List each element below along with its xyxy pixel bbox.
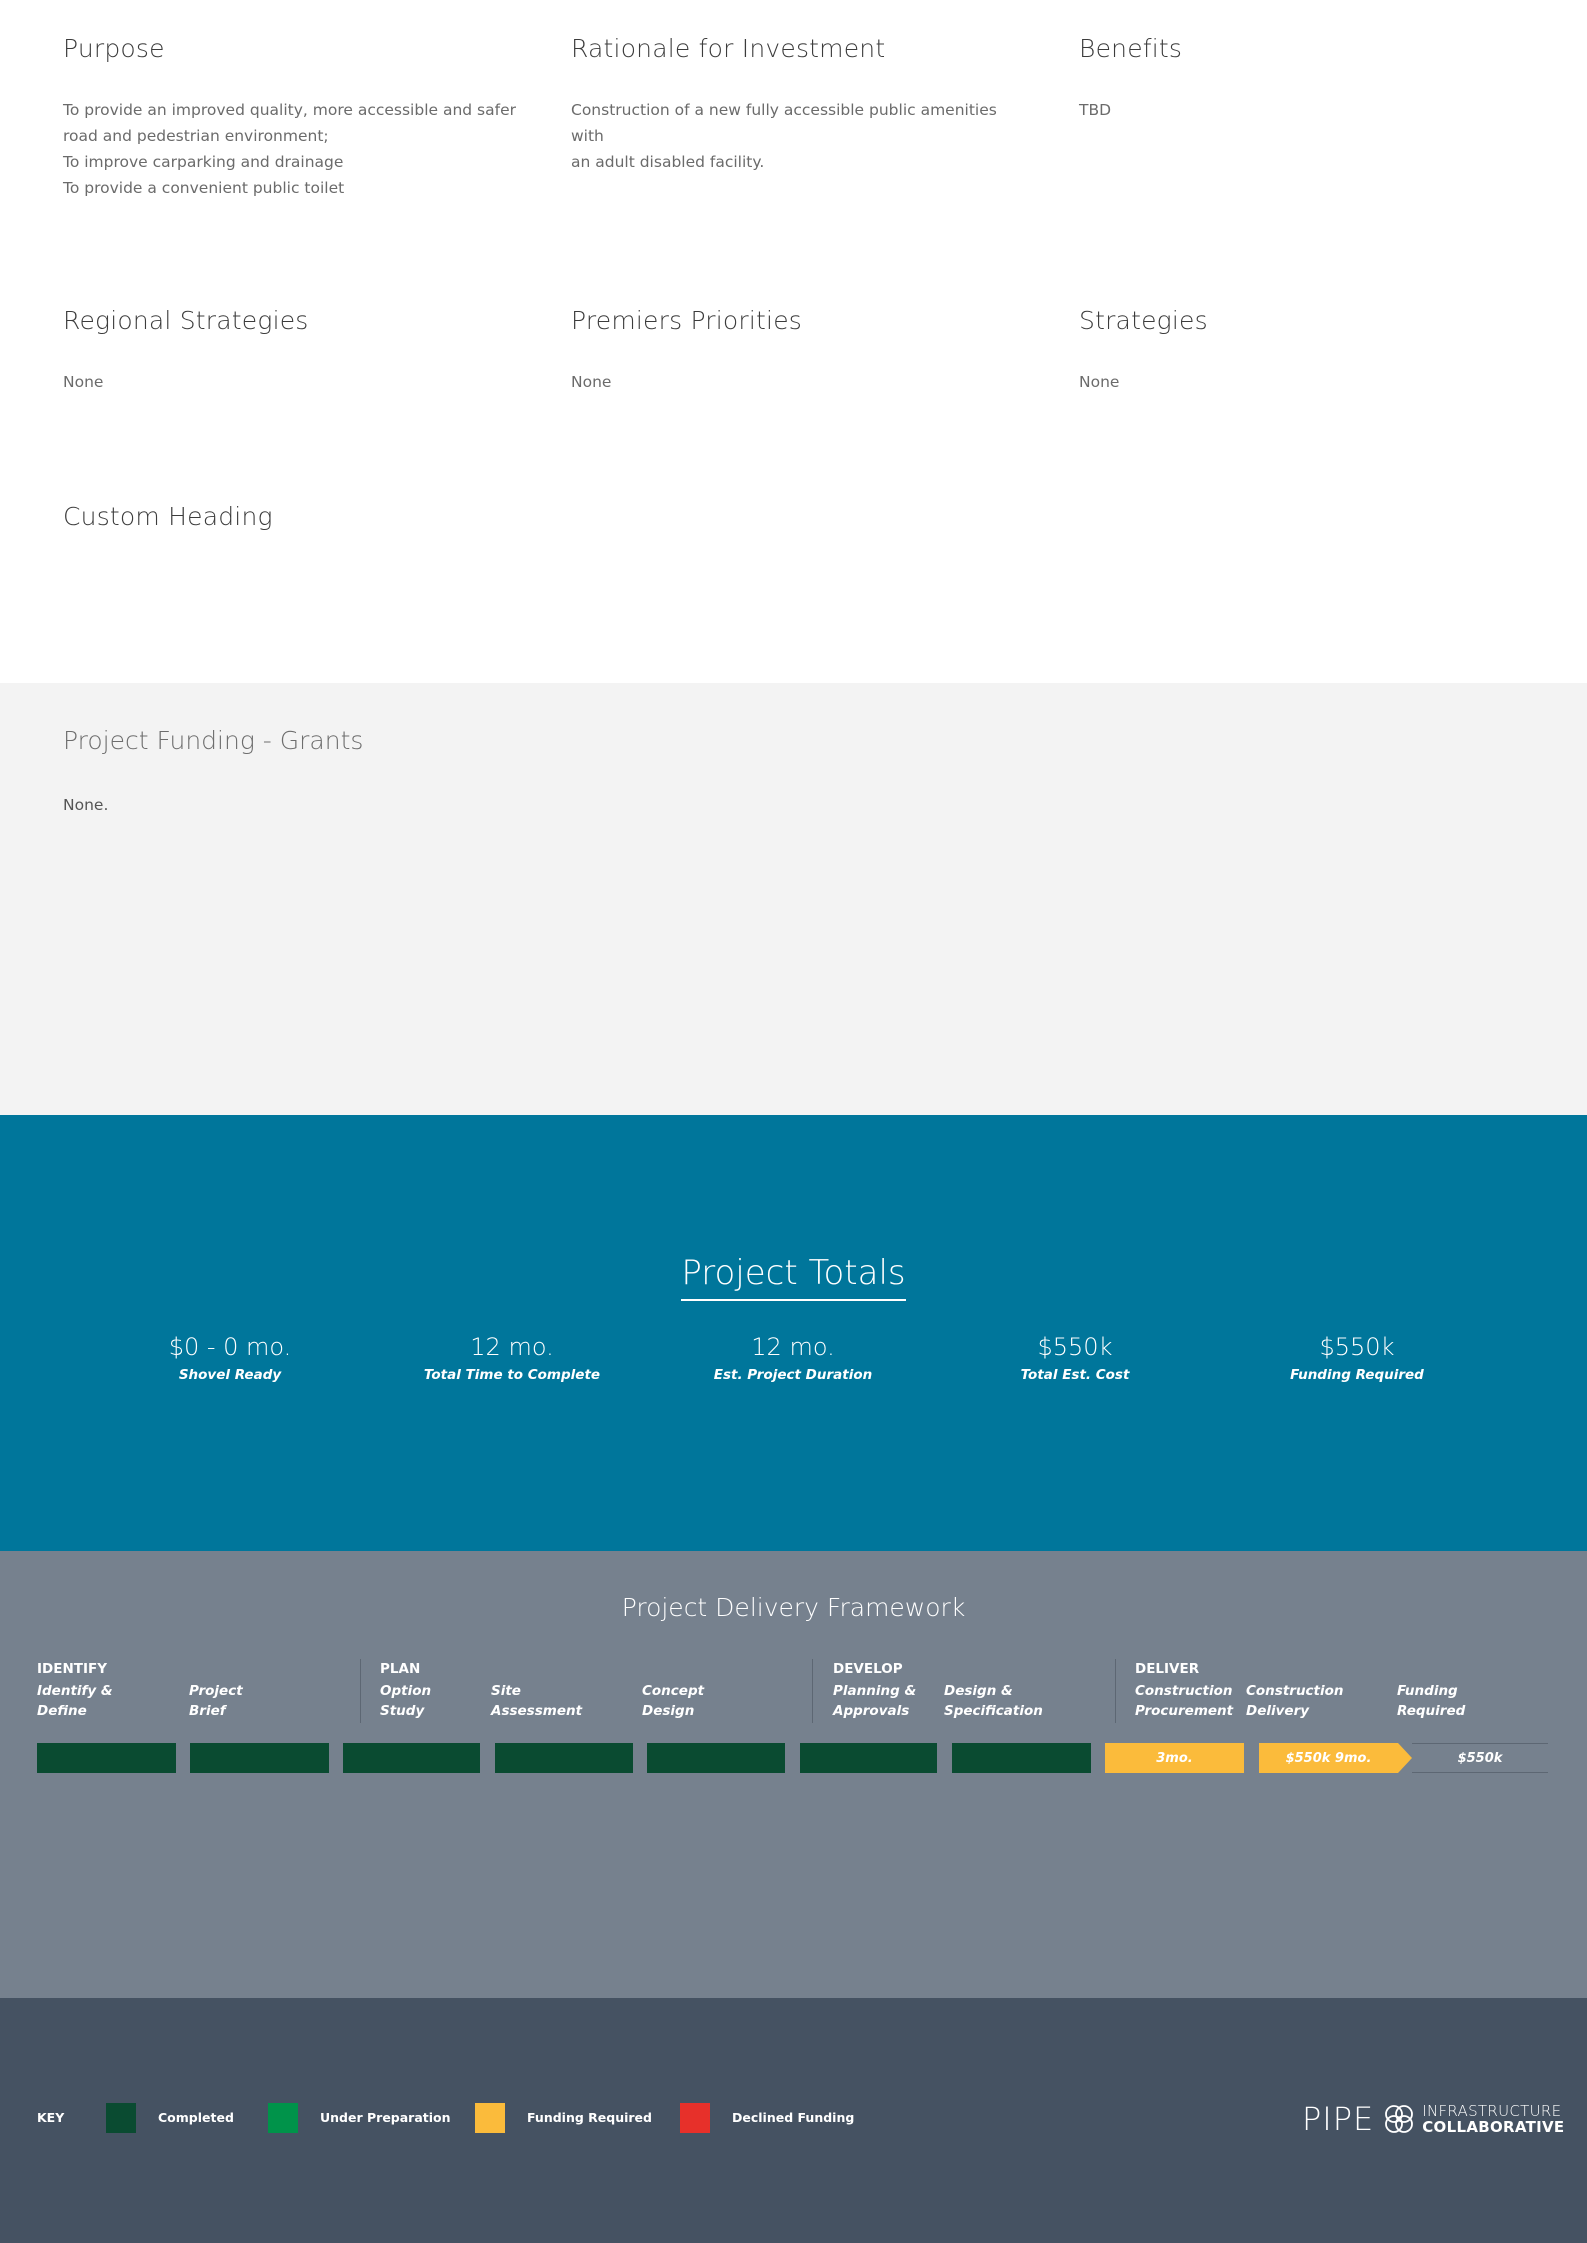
rationale-heading: Rationale for Investment — [571, 34, 886, 63]
rationale-block: Rationale for Investment Construction of… — [571, 34, 1031, 175]
phase-divider — [1115, 1659, 1116, 1723]
step-site-assessment: Site Assessment — [491, 1683, 583, 1719]
status-bar-completed — [343, 1743, 480, 1773]
key-swatch-under-preparation — [268, 2103, 298, 2133]
stat-label: Est. Project Duration — [713, 1367, 873, 1383]
stat-est-duration: 12 mo. Est. Project Duration — [652, 1333, 934, 1383]
collaborative-knot-icon — [1385, 2105, 1414, 2133]
logo-pipe-text: PIPE — [1302, 2100, 1375, 2138]
status-bar-completed — [647, 1743, 785, 1773]
stat-label: Total Est. Cost — [1020, 1367, 1130, 1383]
stat-label: Shovel Ready — [178, 1367, 282, 1383]
key-swatch-funding-required — [475, 2103, 505, 2133]
purpose-block: Purpose To provide an improved quality, … — [63, 34, 523, 201]
benefits-text: TBD — [1079, 101, 1112, 119]
status-bar-completed — [495, 1743, 633, 1773]
regional-strategies-block: Regional Strategies None — [63, 306, 523, 395]
phase-plan: PLAN — [380, 1661, 421, 1677]
custom-heading: Custom Heading — [63, 502, 273, 531]
stat-shovel-ready: $0 - 0 mo. Shovel Ready — [89, 1333, 371, 1383]
stat-value: $550k — [1037, 1333, 1113, 1361]
grants-text: None. — [63, 796, 109, 814]
key-swatch-declined-funding — [680, 2103, 710, 2133]
rationale-text: Construction of a new fully accessible p… — [571, 97, 1031, 175]
premiers-priorities-text: None — [571, 373, 612, 391]
strategies-block: Strategies None — [1079, 306, 1539, 395]
rationale-line: Construction of a new fully accessible p… — [571, 101, 997, 145]
phase-divider — [360, 1659, 361, 1723]
key-text-under-preparation: Under Preparation — [320, 2110, 451, 2125]
step-funding-required: Funding Required — [1397, 1683, 1466, 1719]
key-swatch-completed — [106, 2103, 136, 2133]
totals-heading: Project Totals — [681, 1253, 906, 1301]
status-bar-completed — [800, 1743, 937, 1773]
phase-identify: IDENTIFY — [37, 1661, 107, 1677]
key-text-completed: Completed — [158, 2110, 234, 2125]
purpose-line: To provide a convenient public toilet — [63, 179, 345, 197]
stat-funding-required: $550k Funding Required — [1216, 1333, 1498, 1383]
stat-label: Funding Required — [1290, 1367, 1424, 1383]
stat-total-time: 12 mo. Total Time to Complete — [371, 1333, 653, 1383]
custom-heading-block: Custom Heading — [63, 502, 523, 531]
status-bar-funding-required: 3mo. — [1105, 1743, 1244, 1773]
stat-value: 12 mo. — [470, 1333, 554, 1361]
rationale-line: an adult disabled facility. — [571, 153, 765, 171]
step-construction-delivery: Construction Delivery — [1246, 1683, 1344, 1719]
framework-heading: Project Delivery Framework — [621, 1593, 966, 1622]
phase-divider — [812, 1659, 813, 1723]
purpose-line: road and pedestrian environment; — [63, 127, 329, 145]
totals-heading-wrap: Project Totals — [0, 1253, 1587, 1301]
stat-value: 12 mo. — [751, 1333, 835, 1361]
strategies-text: None — [1079, 373, 1120, 391]
strategies-heading: Strategies — [1079, 306, 1208, 335]
status-bar-completed — [37, 1743, 176, 1773]
benefits-block: Benefits TBD — [1079, 34, 1539, 123]
step-design-specification: Design & Specification — [944, 1683, 1043, 1719]
status-bar-completed — [952, 1743, 1091, 1773]
key-text-declined-funding: Declined Funding — [732, 2110, 855, 2125]
status-bar-funding-total: $550k — [1412, 1743, 1548, 1773]
regional-strategies-text: None — [63, 373, 104, 391]
step-identify-define: Identify & Define — [37, 1683, 113, 1719]
logo-words: INFRASTRUCTURE COLLABORATIVE — [1422, 2103, 1564, 2135]
stat-value: $550k — [1319, 1333, 1395, 1361]
key-text-funding-required: Funding Required — [527, 2110, 652, 2125]
premiers-priorities-block: Premiers Priorities None — [571, 306, 1031, 395]
stat-total-cost: $550k Total Est. Cost — [934, 1333, 1216, 1383]
logo-line2: COLLABORATIVE — [1422, 2118, 1565, 2136]
status-arrow — [1398, 1743, 1412, 1773]
step-concept-design: Concept Design — [642, 1683, 705, 1719]
stat-label: Total Time to Complete — [423, 1367, 601, 1383]
purpose-text: To provide an improved quality, more acc… — [63, 97, 523, 201]
status-bar-completed — [190, 1743, 329, 1773]
purpose-line: To improve carparking and drainage — [63, 153, 344, 171]
step-project-brief: Project Brief — [189, 1683, 243, 1719]
key-label: KEY — [37, 2110, 65, 2125]
regional-strategies-heading: Regional Strategies — [63, 306, 309, 335]
phase-deliver: DELIVER — [1135, 1661, 1200, 1677]
benefits-heading: Benefits — [1079, 34, 1183, 63]
pipe-logo: PIPE INFRASTRUCTURE COLLABORATIVE — [1302, 2100, 1564, 2138]
status-bar-funding-required: $550k 9mo. — [1259, 1743, 1398, 1773]
purpose-heading: Purpose — [63, 34, 165, 63]
logo-line1: INFRASTRUCTURE — [1422, 2102, 1562, 2120]
phase-develop: DEVELOP — [833, 1661, 903, 1677]
grants-heading: Project Funding - Grants — [63, 726, 364, 755]
purpose-line: To provide an improved quality, more acc… — [63, 101, 516, 119]
premiers-priorities-heading: Premiers Priorities — [571, 306, 803, 335]
stat-value: $0 - 0 mo. — [168, 1333, 292, 1361]
